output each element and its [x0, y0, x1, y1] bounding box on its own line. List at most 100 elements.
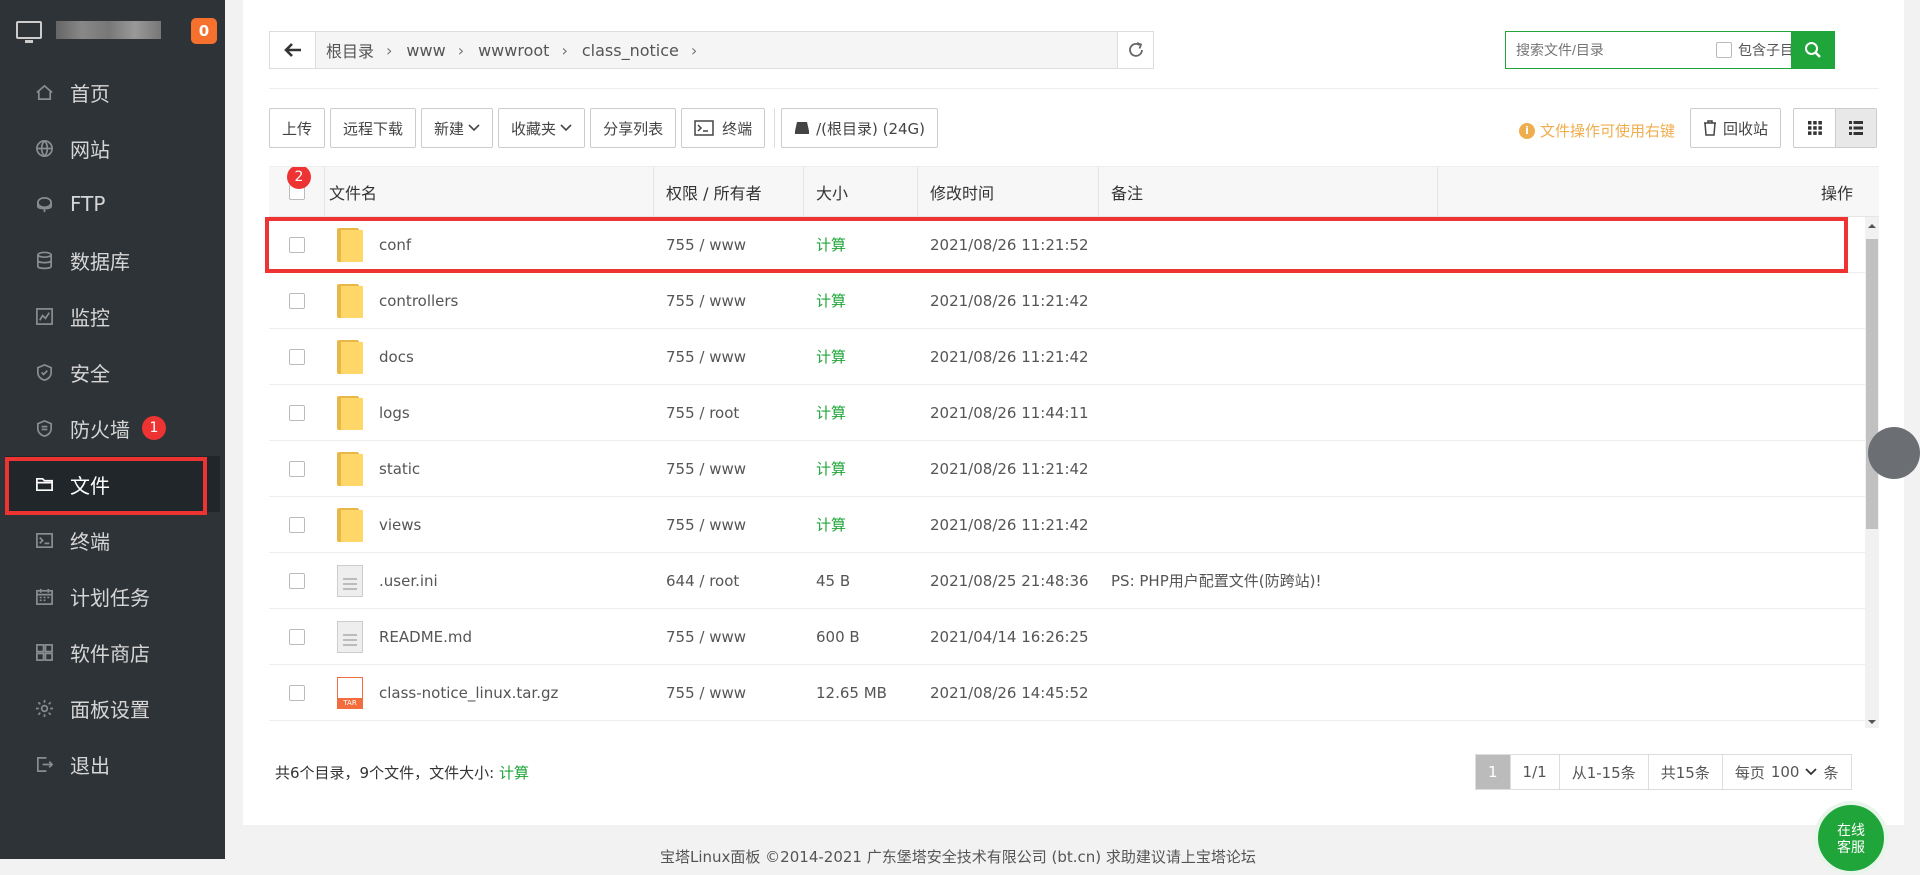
calc-size-link[interactable]: 计算: [804, 290, 918, 311]
sidebar-item-9[interactable]: 计划任务: [0, 568, 225, 624]
sidebar-item-6[interactable]: 防火墙 1: [0, 400, 225, 456]
row-checkbox[interactable]: [289, 404, 305, 421]
sidebar-item-2[interactable]: FTP: [0, 176, 225, 232]
file-name[interactable]: .user.ini: [379, 572, 438, 590]
back-button[interactable]: [270, 32, 316, 68]
sidebar-item-label: 终端: [70, 529, 110, 554]
calc-size-link[interactable]: 计算: [804, 514, 918, 535]
per-page-value: 100: [1770, 763, 1800, 781]
column-header-modified[interactable]: 修改时间: [918, 167, 1099, 216]
sidebar-item-7[interactable]: 文件: [5, 456, 220, 512]
row-checkbox[interactable]: [289, 460, 305, 477]
share-list-button[interactable]: 分享列表: [590, 108, 677, 148]
chat-line1: 在线: [1837, 823, 1865, 839]
terminal-button[interactable]: 终端: [681, 108, 766, 148]
folder-icon: [337, 339, 363, 374]
file-permission[interactable]: 755 / www: [654, 684, 804, 702]
file-name[interactable]: static: [379, 460, 420, 478]
breadcrumb-item[interactable]: 根目录: [326, 38, 374, 62]
message-badge[interactable]: 0: [191, 18, 217, 44]
calc-total-size-link[interactable]: 计算: [499, 764, 529, 782]
refresh-button[interactable]: [1117, 32, 1153, 68]
floating-assistant-button[interactable]: [1868, 427, 1920, 479]
table-row[interactable]: conf 755 / www 计算 2021/08/26 11:21:52: [269, 217, 1879, 273]
file-permission[interactable]: 755 / www: [654, 236, 804, 254]
scrollbar-thumb[interactable]: [1866, 239, 1878, 529]
row-checkbox[interactable]: [289, 628, 305, 645]
file-note[interactable]: PS: PHP用户配置文件(防跨站)!: [1099, 570, 1879, 591]
table-row[interactable]: views 755 / www 计算 2021/08/26 11:21:42: [269, 497, 1879, 553]
table-row[interactable]: static 755 / www 计算 2021/08/26 11:21:42: [269, 441, 1879, 497]
file-permission[interactable]: 755 / www: [654, 516, 804, 534]
file-modified-time: 2021/08/26 11:21:52: [930, 235, 1089, 254]
sidebar-item-0[interactable]: 首页: [0, 64, 225, 120]
sidebar-item-4[interactable]: 监控: [0, 288, 225, 344]
calc-size-link[interactable]: 计算: [804, 458, 918, 479]
remote-download-button[interactable]: 远程下载: [330, 108, 417, 148]
table-row[interactable]: README.md 755 / www 600 B 2021/04/14 16:26:…: [269, 609, 1879, 665]
sidebar-item-10[interactable]: 软件商店: [0, 624, 225, 680]
file-name[interactable]: class-notice_linux.tar.gz: [379, 684, 558, 702]
file-permission[interactable]: 755 / www: [654, 292, 804, 310]
file-name[interactable]: controllers: [379, 292, 458, 310]
calc-size-link[interactable]: 计算: [804, 402, 918, 423]
file-name[interactable]: logs: [379, 404, 410, 422]
table-row[interactable]: logs 755 / root 计算 2021/08/26 11:44:11: [269, 385, 1879, 441]
logout-icon: [34, 754, 54, 774]
row-checkbox[interactable]: [289, 348, 305, 365]
row-checkbox[interactable]: [289, 684, 305, 701]
search-button[interactable]: [1791, 31, 1835, 69]
disk-button[interactable]: /(根目录) (24G): [781, 108, 939, 148]
grid-view-button[interactable]: [1794, 109, 1835, 147]
chevron-right-icon: ›: [386, 40, 393, 60]
table-row[interactable]: TAR class-notice_linux.tar.gz 755 / www 12.…: [269, 665, 1879, 721]
folder-icon: [337, 395, 363, 430]
column-header-size[interactable]: 大小: [804, 167, 918, 216]
row-checkbox[interactable]: [289, 292, 305, 309]
calc-size-link[interactable]: 计算: [804, 346, 918, 367]
file-permission[interactable]: 755 / www: [654, 460, 804, 478]
column-header-name[interactable]: 文件名: [325, 167, 654, 216]
sidebar-item-label: 退出: [70, 753, 110, 778]
sidebar-item-8[interactable]: 终端: [0, 512, 225, 568]
search-input[interactable]: [1506, 42, 1716, 58]
file-name[interactable]: docs: [379, 348, 414, 366]
row-checkbox[interactable]: [289, 516, 305, 533]
sidebar-item-label: 数据库: [70, 249, 130, 274]
row-checkbox[interactable]: [289, 236, 305, 253]
file-permission[interactable]: 755 / root: [654, 404, 804, 422]
sidebar-item-5[interactable]: 安全: [0, 344, 225, 400]
file-permission[interactable]: 755 / www: [654, 348, 804, 366]
list-view-button[interactable]: [1835, 109, 1876, 147]
sidebar-item-label: 安全: [70, 361, 110, 386]
breadcrumb-item[interactable]: www: [406, 41, 445, 60]
terminal-icon: [694, 120, 714, 136]
table-row[interactable]: docs 755 / www 计算 2021/08/26 11:21:42: [269, 329, 1879, 385]
file-permission[interactable]: 644 / root: [654, 572, 804, 590]
sidebar-item-1[interactable]: 网站: [0, 120, 225, 176]
sidebar-item-11[interactable]: 面板设置: [0, 680, 225, 736]
per-page-select[interactable]: 每页 100 条: [1723, 755, 1851, 789]
breadcrumb-item[interactable]: wwwroot: [478, 41, 549, 60]
calc-size-link[interactable]: 计算: [804, 234, 918, 255]
table-row[interactable]: controllers 755 / www 计算 2021/08/26 11:21:4…: [269, 273, 1879, 329]
favorites-dropdown-button[interactable]: 收藏夹: [498, 108, 586, 148]
recycle-bin-button[interactable]: 回收站: [1690, 108, 1782, 148]
online-support-button[interactable]: 在线 客服: [1814, 801, 1888, 875]
file-permission[interactable]: 755 / www: [654, 628, 804, 646]
folder-icon: [337, 227, 363, 262]
row-checkbox[interactable]: [289, 572, 305, 589]
upload-button[interactable]: 上传: [269, 108, 326, 148]
file-name[interactable]: conf: [379, 236, 411, 254]
breadcrumb-item[interactable]: class_notice: [582, 41, 679, 60]
file-name[interactable]: README.md: [379, 628, 472, 646]
column-header-permission[interactable]: 权限 / 所有者: [654, 167, 804, 216]
new-dropdown-button[interactable]: 新建: [421, 108, 494, 148]
database-icon: [34, 250, 54, 270]
table-row[interactable]: .user.ini 644 / root 45 B 2021/08/25 21:48:…: [269, 553, 1879, 609]
sidebar-item-3[interactable]: 数据库: [0, 232, 225, 288]
sidebar-item-12[interactable]: 退出: [0, 736, 225, 792]
page-current[interactable]: 1: [1476, 755, 1511, 789]
sidebar-menu: 首页 网站 FTP 数据库监控安全防火墙 1 文件终端计划任务 软件商店 面板设置退出: [0, 64, 225, 792]
file-name[interactable]: views: [379, 516, 421, 534]
